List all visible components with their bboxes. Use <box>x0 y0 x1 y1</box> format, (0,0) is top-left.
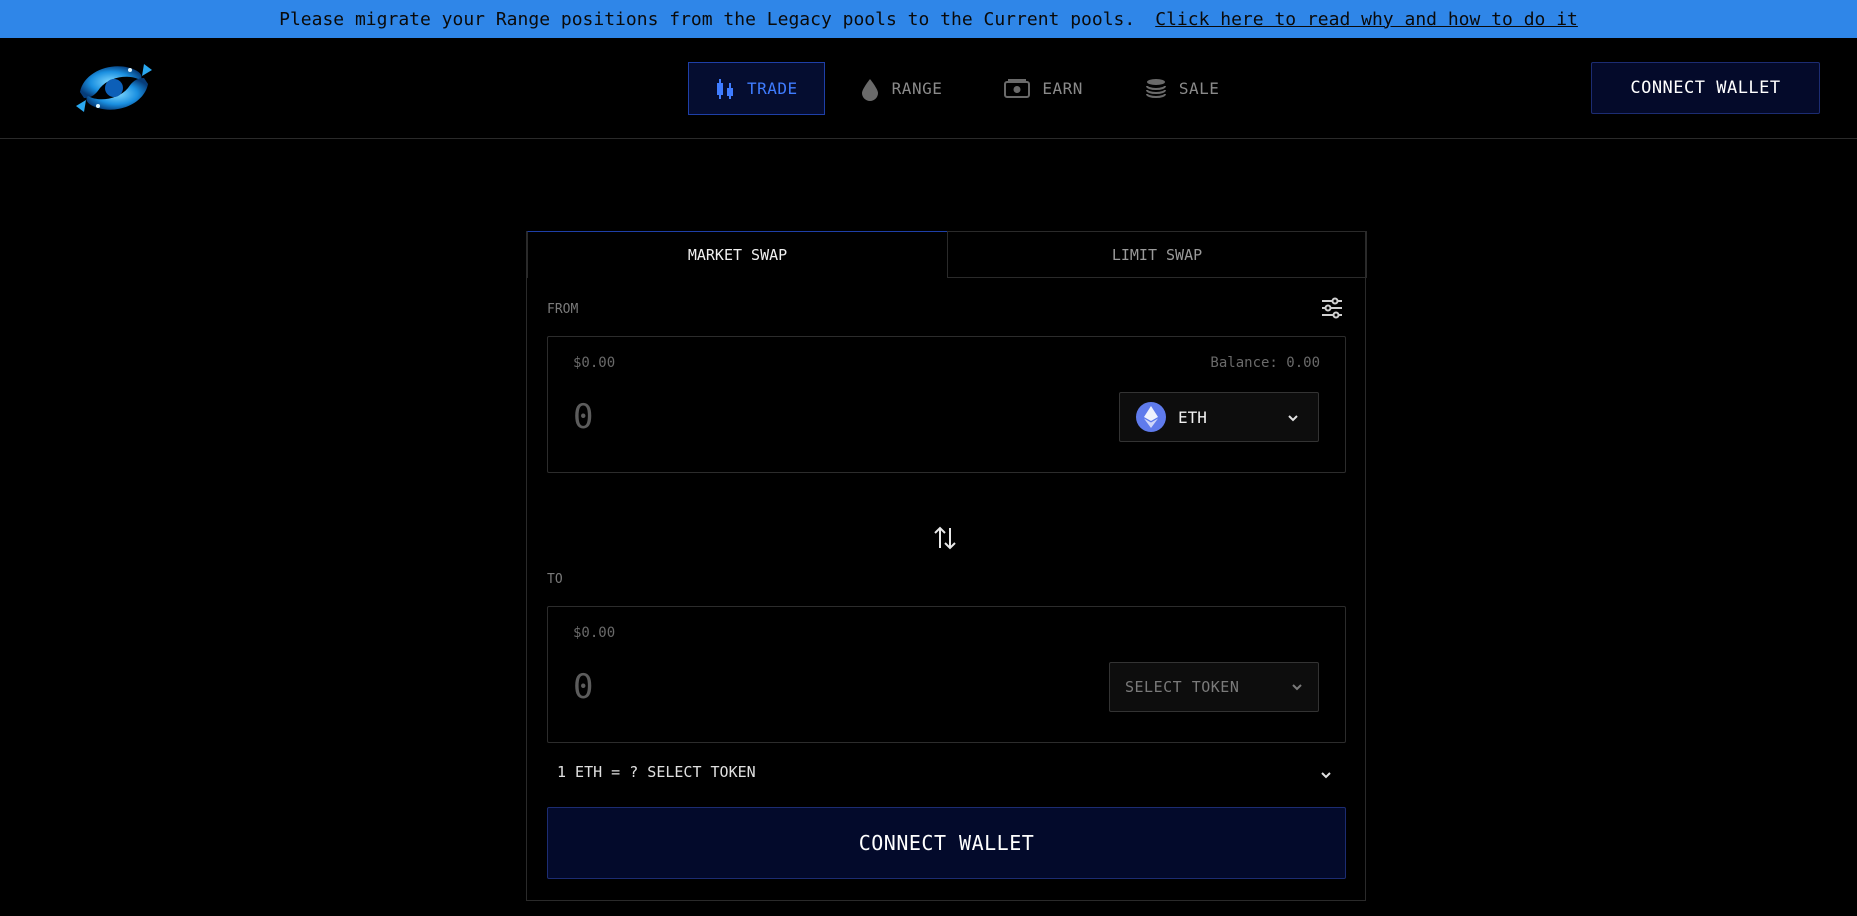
coins-icon <box>1145 78 1167 100</box>
from-input-box: $0.00 Balance: 0.00 ETH <box>547 336 1346 473</box>
swap-card: MARKET SWAP LIMIT SWAP FROM $0.00 Balanc… <box>526 231 1367 901</box>
to-amount-input[interactable] <box>573 667 1073 707</box>
droplet-icon <box>860 77 880 101</box>
nav-item-range[interactable]: RANGE <box>833 62 970 115</box>
cash-icon <box>1004 78 1031 99</box>
settings-sliders-icon[interactable] <box>1321 297 1343 319</box>
banner-message: Please migrate your Range positions from… <box>279 8 1136 30</box>
chevron-down-icon[interactable] <box>1319 767 1333 786</box>
nav-item-label: SALE <box>1178 79 1220 98</box>
connect-wallet-button[interactable]: CONNECT WALLET <box>1591 62 1820 114</box>
to-label: TO <box>547 572 563 587</box>
to-token-select[interactable]: SELECT TOKEN <box>1109 662 1319 712</box>
from-token-select[interactable]: ETH <box>1119 392 1319 442</box>
candlestick-icon <box>715 77 735 101</box>
from-label: FROM <box>547 302 579 317</box>
from-amount-input[interactable] <box>573 397 1073 437</box>
nav-item-trade[interactable]: TRADE <box>688 62 825 115</box>
migration-banner: Please migrate your Range positions from… <box>0 0 1857 38</box>
nav-item-label: RANGE <box>891 79 943 98</box>
chevron-down-icon <box>1290 680 1304 698</box>
chevron-down-icon <box>1286 410 1300 429</box>
from-usd-value: $0.00 <box>573 355 616 371</box>
to-input-box: $0.00 SELECT TOKEN <box>547 606 1346 743</box>
tab-limit-swap[interactable]: LIMIT SWAP <box>947 231 1367 278</box>
main-nav: TRADE RANGE EARN SALE <box>688 62 1246 115</box>
swap-tabs: MARKET SWAP LIMIT SWAP <box>527 231 1367 278</box>
nav-item-sale[interactable]: SALE <box>1118 62 1247 115</box>
to-usd-value: $0.00 <box>573 625 616 641</box>
exchange-rate: 1 ETH = ? SELECT TOKEN <box>557 763 756 781</box>
from-token-symbol: ETH <box>1178 407 1207 427</box>
nav-item-earn[interactable]: EARN <box>977 62 1110 115</box>
swap-direction-icon[interactable] <box>932 524 958 552</box>
nav-item-label: TRADE <box>747 79 798 98</box>
banner-link[interactable]: Click here to read why and how to do it <box>1155 9 1578 30</box>
select-token-label: SELECT TOKEN <box>1125 678 1240 696</box>
header: TRADE RANGE EARN SALE CONNECT WALLET <box>0 38 1857 139</box>
eth-token-icon <box>1136 402 1166 432</box>
tab-market-swap[interactable]: MARKET SWAP <box>527 231 947 278</box>
from-balance: Balance: 0.00 <box>1210 355 1320 371</box>
logo-icon[interactable] <box>70 54 158 122</box>
nav-item-label: EARN <box>1042 79 1083 98</box>
connect-wallet-main-button[interactable]: CONNECT WALLET <box>547 807 1346 879</box>
